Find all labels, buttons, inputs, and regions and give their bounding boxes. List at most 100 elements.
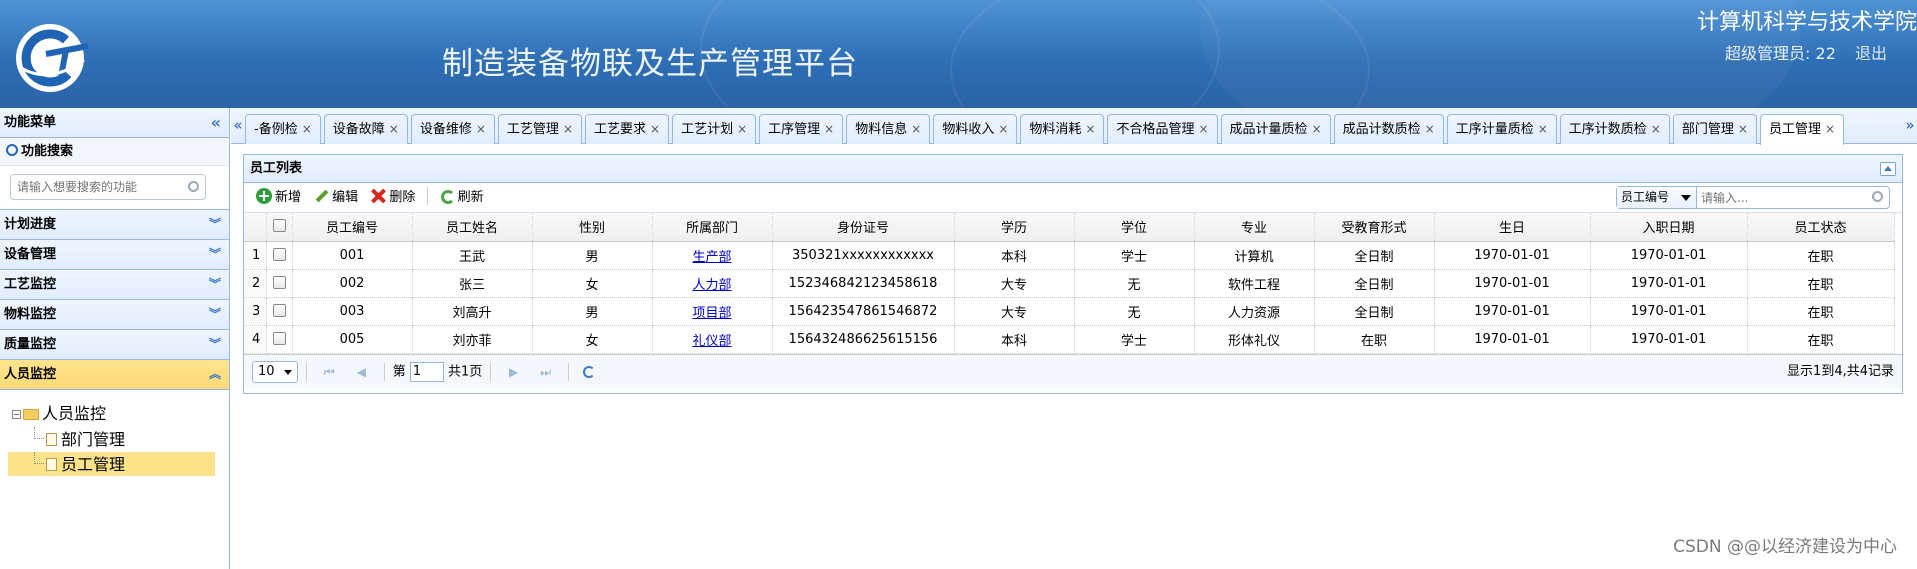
close-icon[interactable]: × xyxy=(737,122,747,136)
tab-item[interactable]: 不合格品管理 × xyxy=(1107,114,1218,144)
table-row[interactable]: 2 002 张三女人力部 152346842123458618 大专无软件工程 全日制 19… xyxy=(244,269,1895,298)
table-row[interactable]: 3 003 刘高升男项目部 156423547861546872 大专无人力资源 全日制 1… xyxy=(244,297,1895,326)
tab-item[interactable]: 工艺要求 × xyxy=(585,114,670,144)
column-header[interactable]: 所属部门 xyxy=(652,213,773,242)
tab-item[interactable]: 工序计数质检 × xyxy=(1559,114,1670,144)
menu-item-equipment[interactable]: 设备管理 ︾ xyxy=(0,240,229,270)
column-header[interactable]: 学历 xyxy=(954,213,1075,242)
search-icon[interactable] xyxy=(188,181,199,192)
tab-label: 物料信息 xyxy=(855,122,908,137)
logo xyxy=(16,24,89,92)
tab-item[interactable]: 员工管理 × xyxy=(1759,114,1845,145)
close-icon[interactable]: × xyxy=(1312,122,1322,136)
first-page-icon[interactable]: ⏮ xyxy=(321,355,337,389)
collapse-panel-icon[interactable] xyxy=(1880,162,1896,176)
table-cell: 人力部 xyxy=(652,269,773,298)
row-checkbox[interactable] xyxy=(272,303,286,317)
grid-search-input[interactable] xyxy=(1701,188,1861,207)
row-select-cell xyxy=(266,297,293,326)
row-checkbox[interactable] xyxy=(272,247,286,261)
close-icon[interactable]: × xyxy=(1425,122,1435,136)
department-link[interactable]: 人力部 xyxy=(692,278,731,293)
tab-item[interactable]: 物料消耗 × xyxy=(1020,114,1105,144)
column-header[interactable]: 受教育形式 xyxy=(1314,213,1435,242)
column-header[interactable]: 入职日期 xyxy=(1590,213,1748,242)
close-icon[interactable]: × xyxy=(824,122,834,136)
close-icon[interactable]: × xyxy=(1085,122,1095,136)
last-page-icon[interactable]: ⏭ xyxy=(538,355,554,389)
column-header[interactable]: 生日 xyxy=(1434,213,1591,242)
page-size-select[interactable]: 10 xyxy=(252,360,298,383)
tab-item[interactable]: 部门管理 × xyxy=(1672,114,1757,144)
next-page-icon[interactable]: ▶ xyxy=(506,355,522,389)
close-icon[interactable]: × xyxy=(1538,122,1548,136)
tab-item[interactable]: 工序计量质检 × xyxy=(1446,114,1557,144)
tab-item[interactable]: 成品计量质检 × xyxy=(1220,114,1331,144)
close-icon[interactable]: × xyxy=(1198,122,1208,136)
close-icon[interactable]: × xyxy=(650,122,660,136)
tab-item[interactable]: 工艺计划 × xyxy=(672,114,757,144)
tree-collapse-icon[interactable]: − xyxy=(12,410,21,419)
close-icon[interactable]: × xyxy=(911,122,921,136)
column-header[interactable]: 性别 xyxy=(532,213,653,242)
close-icon[interactable]: × xyxy=(563,122,573,136)
table-row[interactable]: 1 001 王武男生产部 350321xxxxxxxxxxxx 本科 学士 计算机 全日制 19… xyxy=(244,241,1895,270)
refresh-label: 刷新 xyxy=(457,190,484,205)
refresh-button[interactable]: 刷新 xyxy=(440,183,484,213)
tab-item[interactable]: 工序管理 × xyxy=(759,114,844,144)
menu-item-personnel[interactable]: 人员监控 ︽ xyxy=(0,360,229,390)
menu-item-process[interactable]: 工艺监控 ︾ xyxy=(0,270,229,300)
close-icon[interactable]: × xyxy=(1825,122,1835,136)
tree-node-department[interactable]: 部门管理 xyxy=(12,427,229,451)
tab-scroll-left-icon[interactable]: « xyxy=(231,108,245,144)
tab-item[interactable]: -备例检 × xyxy=(245,114,321,144)
close-icon[interactable]: × xyxy=(1651,122,1661,136)
tree-node-employee[interactable]: 员工管理 xyxy=(8,452,215,476)
logout-link[interactable]: 退出 xyxy=(1855,44,1887,63)
function-search-input[interactable] xyxy=(17,175,182,199)
table-row[interactable]: 4 005 刘亦菲女礼仪部 156432486625615156 本科 学士 形体礼仪 在职 1… xyxy=(244,325,1895,354)
tab-item[interactable]: 设备维修 × xyxy=(410,114,495,144)
column-header[interactable]: 学位 xyxy=(1074,213,1195,242)
column-header[interactable]: 员工编号 xyxy=(292,213,413,242)
tab-item[interactable]: 成品计数质检 × xyxy=(1333,114,1444,144)
column-header[interactable]: 身份证号 xyxy=(772,213,955,242)
tab-item[interactable]: 物料信息 × xyxy=(846,114,931,144)
page-number-input[interactable]: 1 xyxy=(409,361,444,382)
tree-line xyxy=(34,452,44,464)
delete-button[interactable]: 删除 xyxy=(370,183,415,213)
function-search-header: 功能搜索 xyxy=(0,138,229,166)
column-header[interactable]: 员工姓名 xyxy=(412,213,533,242)
close-icon[interactable]: × xyxy=(302,122,312,136)
close-icon[interactable]: × xyxy=(1738,122,1748,136)
tree-node-root[interactable]: − 人员监控 xyxy=(12,402,229,426)
search-field-select[interactable]: 员工编号 xyxy=(1617,187,1697,208)
menu-item-plan[interactable]: 计划进度 ︾ xyxy=(0,210,229,240)
tab-item[interactable]: 物料收入 × xyxy=(933,114,1018,144)
close-icon[interactable]: × xyxy=(998,122,1008,136)
tab-item[interactable]: 工艺管理 × xyxy=(497,114,582,144)
menu-item-quality[interactable]: 质量监控 ︾ xyxy=(0,330,229,360)
double-chevron-left-icon[interactable]: « xyxy=(211,108,221,138)
select-all-checkbox[interactable] xyxy=(272,219,286,233)
department-link[interactable]: 项目部 xyxy=(692,306,731,321)
department-link[interactable]: 生产部 xyxy=(692,250,731,265)
tab-item[interactable]: 设备故障 × xyxy=(323,114,408,144)
search-icon[interactable] xyxy=(1872,191,1883,202)
reload-icon[interactable] xyxy=(582,365,595,378)
add-button[interactable]: 新增 xyxy=(256,183,301,213)
menu-item-material[interactable]: 物料监控 ︾ xyxy=(0,300,229,330)
department-link[interactable]: 礼仪部 xyxy=(692,334,731,349)
column-header[interactable]: 员工状态 xyxy=(1747,213,1895,242)
row-checkbox[interactable] xyxy=(272,331,286,345)
table-cell: 1970-01-01 xyxy=(1434,325,1591,354)
prev-page-icon[interactable]: ◀ xyxy=(353,355,369,389)
edit-button[interactable]: 编辑 xyxy=(313,183,358,213)
tab-label: 成品计量质检 xyxy=(1229,122,1308,137)
row-checkbox[interactable] xyxy=(272,275,286,289)
close-icon[interactable]: × xyxy=(476,122,486,136)
column-header[interactable]: 专业 xyxy=(1194,213,1315,242)
tab-scroll-right-icon[interactable]: » xyxy=(1903,108,1917,144)
close-icon[interactable]: × xyxy=(389,122,399,136)
tab-list: -备例检 × 设备故障 × 设备维修 × 工艺管理 × 工艺要求 × 工艺计划 × 工序管理 × 物料信息 ×… xyxy=(245,114,1847,145)
